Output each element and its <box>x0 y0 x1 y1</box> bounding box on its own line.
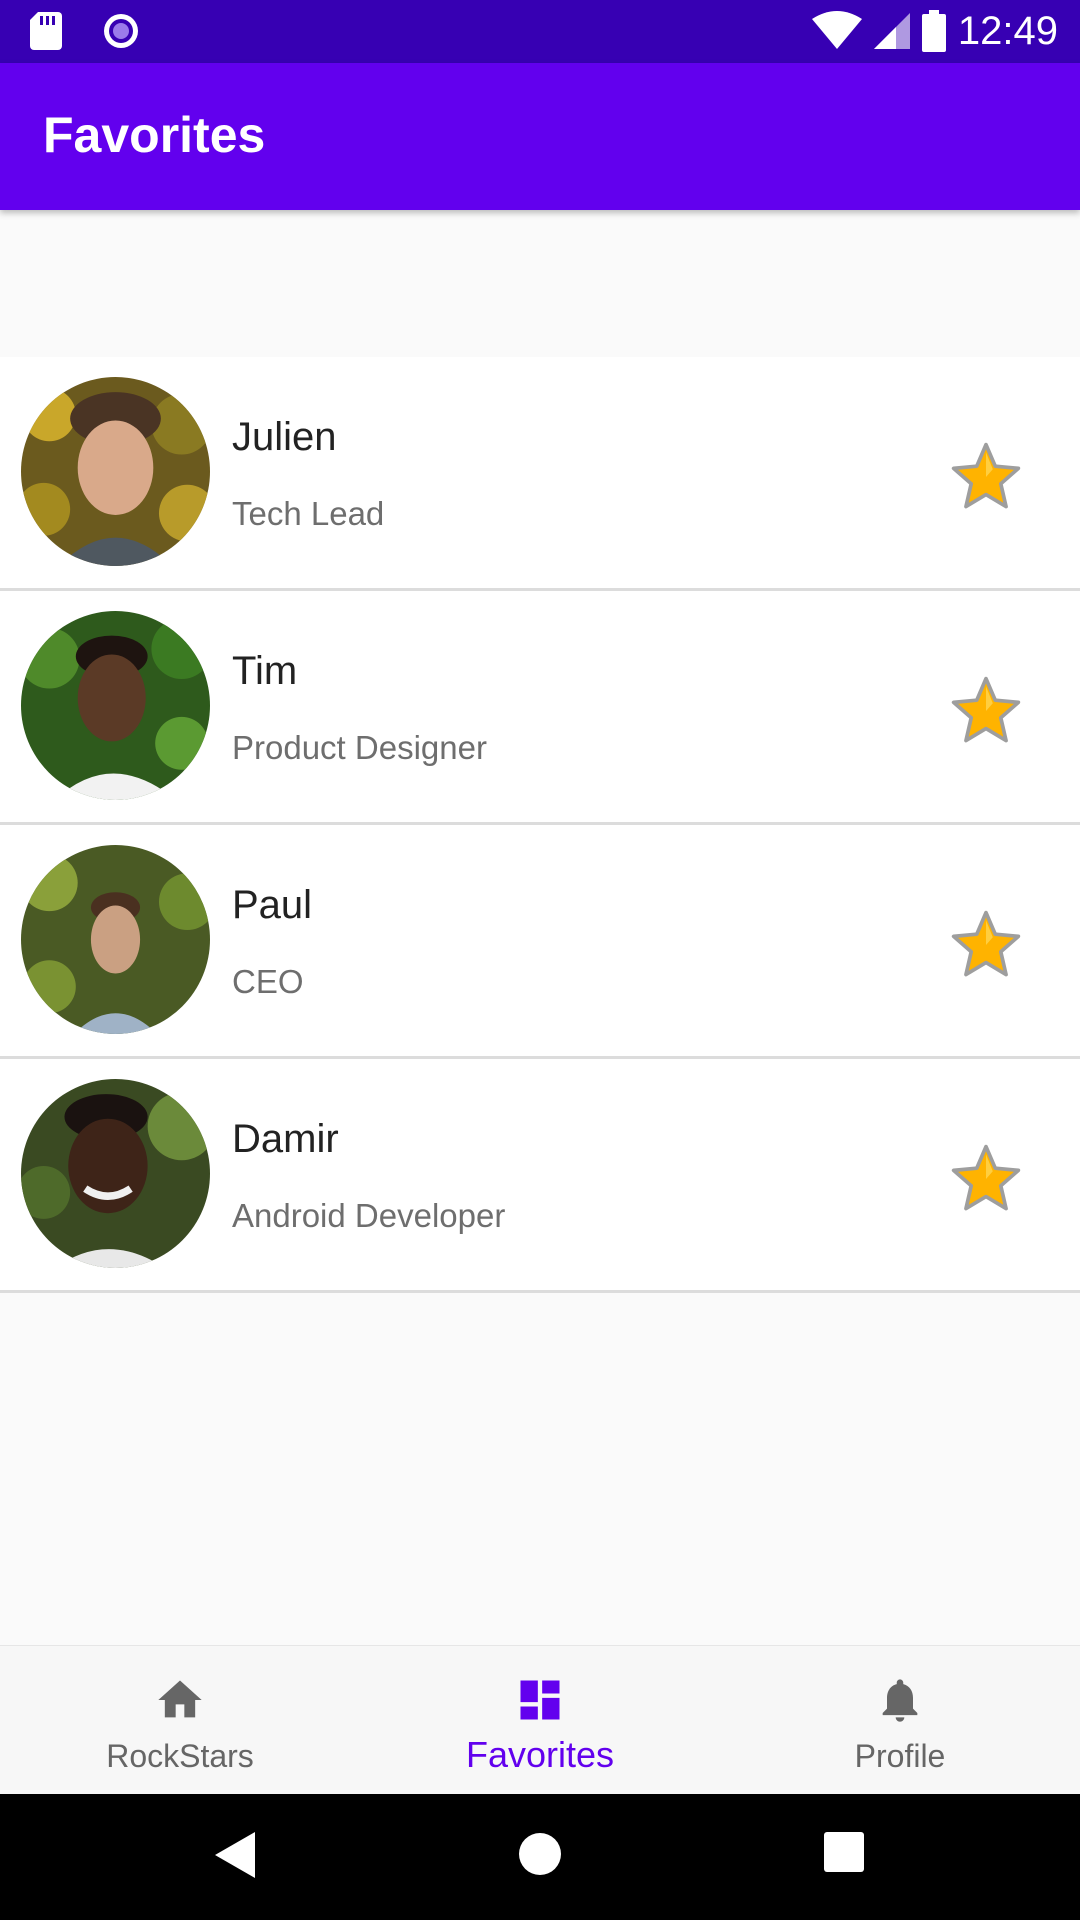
star-icon[interactable] <box>947 674 1025 748</box>
list-item[interactable]: Tim Product Designer <box>0 591 1080 825</box>
nav-item-rockstars[interactable]: RockStars <box>0 1646 360 1795</box>
list-item[interactable]: Paul CEO <box>0 825 1080 1059</box>
nav-label: RockStars <box>106 1738 254 1774</box>
recents-icon[interactable] <box>824 1832 864 1872</box>
back-icon[interactable] <box>215 1832 255 1878</box>
person-role: Product Designer <box>232 729 487 766</box>
nav-label: Profile <box>854 1738 946 1774</box>
list-item[interactable]: Damir Android Developer <box>0 1059 1080 1293</box>
system-navigation-bar <box>0 1794 1080 1920</box>
star-icon[interactable] <box>947 908 1025 982</box>
page-title: Favorites <box>43 107 266 163</box>
sd-card-icon <box>30 12 62 50</box>
person-name: Tim <box>232 649 298 693</box>
avatar <box>21 377 210 566</box>
status-right: 12:49 <box>811 6 1058 56</box>
avatar <box>21 1079 210 1268</box>
nav-item-profile[interactable]: Profile <box>720 1646 1080 1795</box>
home-icon <box>158 1680 202 1718</box>
person-name: Damir <box>232 1117 339 1161</box>
status-bar: 12:49 <box>0 0 1080 63</box>
nav-label: Favorites <box>465 1734 615 1775</box>
wifi-icon <box>811 11 862 49</box>
star-icon[interactable] <box>947 440 1025 514</box>
dashboard-icon <box>520 1680 560 1720</box>
avatar <box>21 845 210 1034</box>
status-left <box>30 12 140 50</box>
person-role: CEO <box>232 963 304 1000</box>
person-role: Android Developer <box>232 1197 506 1234</box>
status-time: 12:49 <box>957 9 1058 53</box>
nav-item-favorites[interactable]: Favorites <box>360 1646 720 1795</box>
person-role: Tech Lead <box>232 495 385 532</box>
signal-icon <box>873 13 910 49</box>
favorites-list: Julien Tech Lead Tim Product Designer Pa… <box>0 357 1080 1293</box>
avatar <box>21 611 210 800</box>
person-name: Julien <box>232 415 337 459</box>
home-circle-icon[interactable] <box>518 1832 562 1876</box>
bell-icon <box>882 1679 918 1722</box>
person-name: Paul <box>232 883 313 927</box>
app-bar: Favorites <box>0 63 1080 210</box>
bottom-navigation: RockStars Favorites Profile <box>0 1645 1080 1794</box>
list-item[interactable]: Julien Tech Lead <box>0 357 1080 591</box>
battery-icon <box>921 10 946 52</box>
star-icon[interactable] <box>947 1142 1025 1216</box>
circle-notification-icon <box>104 14 138 48</box>
